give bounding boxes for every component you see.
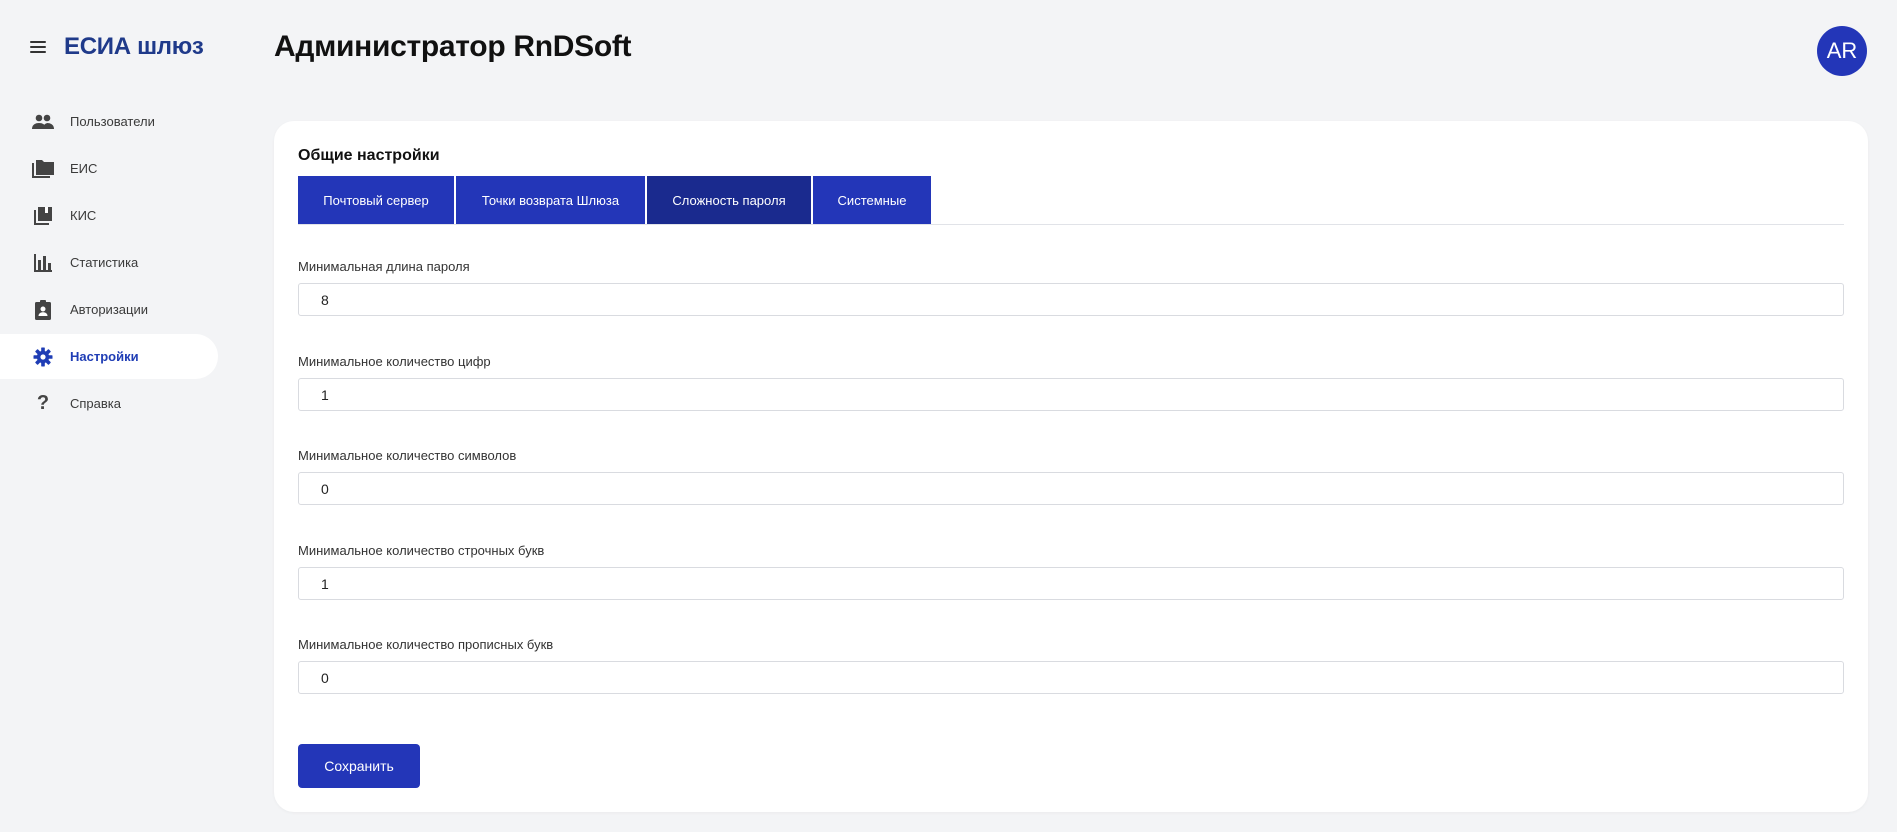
sidebar-item-users[interactable]: Пользователи — [0, 99, 218, 144]
bar-chart-icon — [32, 252, 54, 274]
field-label: Минимальное количество прописных букв — [298, 637, 554, 652]
min-length-input[interactable] — [298, 283, 1844, 316]
min-uppercase-field: Минимальное количество прописных букв — [298, 637, 1844, 694]
tab-mail-server[interactable]: Почтовый сервер — [298, 176, 454, 224]
avatar[interactable]: AR — [1817, 26, 1867, 76]
sidebar-item-label: КИС — [70, 208, 97, 223]
sidebar-item-settings[interactable]: Настройки — [0, 334, 218, 379]
clipboard-icon — [32, 299, 54, 321]
save-button[interactable]: Сохранить — [298, 744, 420, 788]
users-icon — [32, 111, 54, 133]
field-label: Минимальное количество строчных букв — [298, 543, 545, 558]
sidebar-item-statistics[interactable]: Статистика — [0, 240, 218, 285]
sidebar-item-kis[interactable]: КИС — [0, 193, 218, 238]
sidebar-item-label: Пользователи — [70, 114, 155, 129]
tab-gateway-return-points[interactable]: Точки возврата Шлюза — [456, 176, 645, 224]
field-label: Минимальное количество цифр — [298, 354, 491, 369]
min-symbols-input[interactable] — [298, 472, 1844, 505]
min-lowercase-field: Минимальное количество строчных букв — [298, 543, 1844, 600]
question-icon: ? — [36, 392, 50, 414]
folder-icon — [32, 158, 54, 180]
sidebar-item-label: Статистика — [70, 255, 139, 270]
sidebar-item-eis[interactable]: ЕИС — [0, 146, 218, 191]
menu-icon[interactable] — [30, 41, 46, 53]
library-icon — [32, 205, 54, 227]
brand: ЕСИА шлюз — [30, 33, 204, 61]
sidebar-nav: Пользователи ЕИС КИС Статистика Авториза… — [0, 99, 218, 428]
app-title: ЕСИА шлюз — [64, 33, 204, 60]
min-length-field: Минимальная длина пароля — [298, 259, 1844, 316]
tab-password-complexity[interactable]: Сложность пароля — [647, 176, 811, 224]
sidebar-item-label: Авторизации — [70, 302, 148, 317]
field-label: Минимальная длина пароля — [298, 259, 470, 274]
field-label: Минимальное количество символов — [298, 448, 517, 463]
section-title: Общие настройки — [298, 147, 440, 164]
settings-tabs: Почтовый сервер Точки возврата Шлюза Сло… — [298, 176, 1844, 225]
page-title: Администратор RnDSoft — [274, 30, 632, 63]
gear-icon — [32, 346, 54, 368]
min-lowercase-input[interactable] — [298, 567, 1844, 600]
min-uppercase-input[interactable] — [298, 661, 1844, 694]
sidebar-item-help[interactable]: ? Справка — [0, 381, 218, 426]
tab-system[interactable]: Системные — [813, 176, 931, 224]
min-digits-field: Минимальное количество цифр — [298, 354, 1844, 411]
sidebar: ЕСИА шлюз Пользователи ЕИС КИС Статистик… — [0, 0, 220, 832]
sidebar-item-authorizations[interactable]: Авторизации — [0, 287, 218, 332]
min-digits-input[interactable] — [298, 378, 1844, 411]
sidebar-item-label: ЕИС — [70, 161, 98, 176]
min-symbols-field: Минимальное количество символов — [298, 448, 1844, 505]
sidebar-item-label: Справка — [70, 396, 121, 411]
sidebar-item-label: Настройки — [70, 349, 139, 364]
settings-card: Общие настройки Почтовый сервер Точки во… — [274, 121, 1868, 812]
